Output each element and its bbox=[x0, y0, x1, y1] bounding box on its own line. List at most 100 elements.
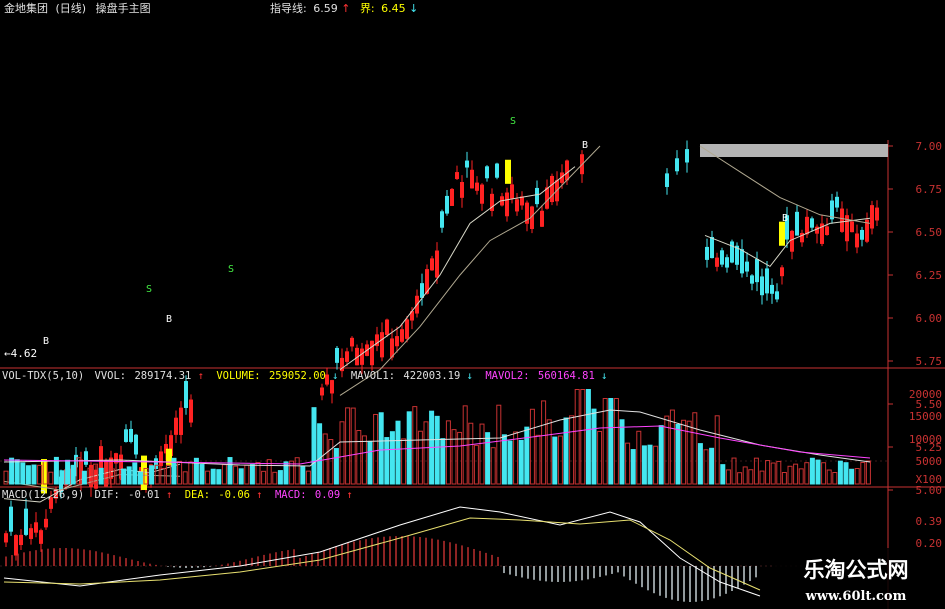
volume-bar bbox=[681, 419, 687, 485]
candle-body bbox=[505, 192, 509, 217]
candle-body bbox=[109, 457, 113, 479]
candle-body bbox=[835, 196, 839, 208]
volume-bar bbox=[569, 415, 575, 485]
low-price-label: ←4.62 bbox=[4, 347, 37, 360]
candle-body bbox=[760, 276, 764, 296]
svg-text:VOL-TDX(5,10) VVOL: 28: VOL-TDX(5,10) VVOL: 289174.31 ↑ VOLUME: … bbox=[2, 370, 607, 382]
signal-box bbox=[505, 159, 511, 184]
volume-bar bbox=[557, 435, 563, 485]
volume-bar bbox=[737, 472, 743, 485]
volume-bar bbox=[412, 406, 418, 485]
volume-bar bbox=[294, 457, 300, 485]
candle-body bbox=[4, 533, 8, 543]
candle-body bbox=[475, 182, 479, 191]
signal-box bbox=[779, 221, 785, 246]
volume-tick-label: 20000 bbox=[909, 388, 942, 401]
volume-bar bbox=[793, 463, 799, 485]
candle-body bbox=[805, 216, 809, 235]
bound-label: 界: bbox=[360, 2, 375, 15]
candle-body bbox=[810, 218, 814, 228]
vvol-arrow: ↑ bbox=[198, 370, 204, 382]
signal-label: S bbox=[146, 284, 152, 295]
candle-body bbox=[720, 250, 724, 265]
candle-body bbox=[780, 267, 784, 277]
candle-body bbox=[725, 257, 729, 268]
svg-text:MACD(12,26,9) DIF: -0.: MACD(12,26,9) DIF: -0.01 ↑ DEA: -0.06 ↑ … bbox=[2, 489, 353, 501]
volume-bar bbox=[759, 470, 765, 485]
stock-name: 金地集团 bbox=[4, 1, 48, 15]
volume-bars bbox=[3, 389, 871, 485]
volume-bar bbox=[216, 469, 222, 485]
signal-label: B bbox=[166, 314, 172, 325]
dea-arrow: ↑ bbox=[256, 489, 262, 501]
vvol-value: 289174.31 bbox=[134, 370, 191, 382]
price-tick-label: 7.00 bbox=[916, 140, 943, 153]
candle-body bbox=[840, 208, 844, 232]
candle-body bbox=[765, 268, 769, 294]
vvol-label: VVOL: bbox=[95, 370, 127, 382]
volume-bar bbox=[48, 471, 54, 485]
volume-bar bbox=[524, 426, 530, 485]
volume-bar bbox=[591, 408, 597, 485]
volume-bar bbox=[496, 404, 502, 485]
volume-bar bbox=[748, 469, 754, 485]
candle-body bbox=[455, 172, 459, 180]
volume-bar bbox=[333, 448, 339, 485]
volume-bar bbox=[356, 429, 362, 485]
candle-body bbox=[430, 258, 434, 271]
volume-bar bbox=[468, 422, 474, 485]
candle-body bbox=[745, 261, 749, 272]
candle-body bbox=[84, 451, 88, 465]
macd-label: MACD: bbox=[275, 489, 307, 501]
volume-bar bbox=[485, 432, 491, 485]
volume-bar bbox=[406, 411, 412, 485]
candle-body bbox=[385, 319, 389, 335]
volume-bar bbox=[697, 443, 703, 485]
volume-bar bbox=[815, 459, 821, 485]
volume-bar bbox=[389, 431, 395, 485]
guide-band bbox=[700, 144, 888, 157]
candle-body bbox=[124, 429, 128, 442]
volume-bar bbox=[574, 389, 580, 485]
volume-bar bbox=[328, 439, 334, 485]
volume-bar bbox=[70, 464, 76, 485]
volume-bar bbox=[625, 442, 631, 485]
mavol2-arrow: ↓ bbox=[601, 370, 607, 382]
volume-bar bbox=[423, 421, 429, 485]
candle-body bbox=[825, 226, 829, 236]
volume-bar bbox=[65, 459, 71, 485]
volume-bar bbox=[367, 440, 373, 485]
candle-body bbox=[550, 175, 554, 203]
volume-bar bbox=[373, 413, 379, 485]
volume-bar bbox=[199, 464, 205, 485]
watermark-title: 乐淘公式网 bbox=[804, 558, 909, 582]
volume-bar bbox=[451, 429, 457, 485]
volume-bar bbox=[244, 464, 250, 485]
volume-bar bbox=[507, 440, 513, 485]
candle-body bbox=[450, 188, 454, 206]
candle-body bbox=[174, 417, 178, 435]
stock-chart-window[interactable]: 7.006.756.506.256.005.755.505.255.00 200… bbox=[0, 0, 945, 609]
signal-label: B bbox=[43, 336, 49, 347]
svg-text:金地集团 (日线) 操盘手主图: 金地集团 (日线) 操盘手主图 bbox=[4, 1, 151, 15]
volume-bar bbox=[479, 423, 485, 485]
volume-bar bbox=[765, 460, 771, 485]
candle-body bbox=[535, 187, 539, 205]
candle-body bbox=[855, 233, 859, 248]
price-tick-label: 6.75 bbox=[916, 183, 943, 196]
candle-body bbox=[350, 337, 354, 347]
volume-bar bbox=[227, 457, 233, 485]
dea-value: -0.06 bbox=[218, 489, 250, 501]
volume-bar bbox=[31, 464, 37, 485]
mavol1-value: 422003.19 bbox=[403, 370, 460, 382]
bound-down-arrow: ↓ bbox=[409, 2, 418, 15]
volume-bar bbox=[255, 462, 261, 485]
volume-bar bbox=[535, 434, 541, 485]
candle-body bbox=[24, 508, 28, 535]
volume-bar bbox=[854, 468, 860, 485]
volume-bar bbox=[563, 417, 569, 485]
volume-bar bbox=[473, 444, 479, 485]
volume-bar bbox=[518, 439, 524, 485]
volume-bar bbox=[647, 444, 653, 485]
candle-body bbox=[330, 380, 334, 394]
